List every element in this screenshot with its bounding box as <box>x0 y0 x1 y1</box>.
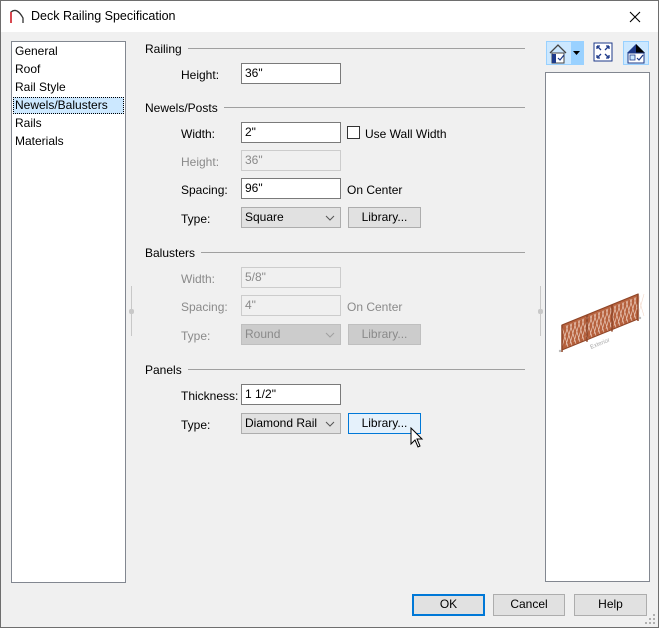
panels-type-select[interactable]: Diamond Rail <box>241 413 341 434</box>
nav-item-rails[interactable]: Rails <box>13 115 124 132</box>
post-marker <box>558 349 562 353</box>
use-wall-width-label[interactable]: Use Wall Width <box>365 127 447 141</box>
newels-library-button[interactable]: Library... <box>348 207 421 228</box>
newels-spacing-suffix: On Center <box>347 183 403 197</box>
preview-caption: Exterior <box>590 338 611 351</box>
newels-height-label: Height: <box>181 155 220 169</box>
railing-preview-image: Exterior <box>558 293 645 353</box>
newels-width-label: Width: <box>181 127 216 141</box>
panels-thickness-label: Thickness: <box>181 389 239 403</box>
resize-grip-icon[interactable] <box>645 614 655 624</box>
render-preview-icon <box>627 44 645 64</box>
balusters-type-select: Round <box>241 324 341 345</box>
panels-type-value: Diamond Rail <box>245 416 318 430</box>
mouse-cursor-icon <box>410 427 424 448</box>
railing-height-input[interactable]: 36" <box>241 63 341 84</box>
fit-to-window-icon <box>593 42 613 62</box>
balusters-library-button: Library... <box>348 324 421 345</box>
help-button[interactable]: Help <box>574 594 647 616</box>
use-wall-width-checkbox[interactable] <box>347 126 360 139</box>
nav-item-materials[interactable]: Materials <box>13 133 124 150</box>
newels-width-input[interactable]: 2" <box>241 122 341 143</box>
newels-group-title: Newels/Posts <box>145 101 224 115</box>
balusters-spacing-input: 4" <box>241 295 341 316</box>
preview-pane[interactable]: Exterior <box>545 72 650 582</box>
newels-spacing-label: Spacing: <box>181 183 228 197</box>
view-mode-icon <box>549 42 583 64</box>
nav-item-rail-style[interactable]: Rail Style <box>13 79 124 96</box>
ok-button[interactable]: OK <box>412 594 485 616</box>
close-button[interactable] <box>612 1 658 32</box>
panels-group-title: Panels <box>145 363 188 377</box>
balusters-group-title: Balusters <box>145 246 202 260</box>
railing-height-label: Height: <box>181 68 220 82</box>
left-splitter-grip[interactable] <box>129 309 134 314</box>
view-mode-button[interactable] <box>546 41 584 65</box>
close-icon <box>629 11 641 22</box>
nav-item-general[interactable]: General <box>13 43 124 60</box>
arch-icon <box>10 9 24 23</box>
cancel-button[interactable]: Cancel <box>493 594 565 616</box>
newels-spacing-input[interactable]: 96" <box>241 178 341 199</box>
chevron-down-icon <box>325 332 335 338</box>
window-title: Deck Railing Specification <box>31 9 176 23</box>
title-bar: Deck Railing Specification <box>1 1 658 32</box>
right-splitter-grip[interactable] <box>538 309 543 314</box>
chevron-down-icon <box>325 421 335 427</box>
post-marker <box>638 316 642 320</box>
newels-height-input: 36" <box>241 150 341 171</box>
railing-divider <box>145 48 525 49</box>
fit-to-window-button[interactable] <box>592 41 614 65</box>
newels-type-select[interactable]: Square <box>241 207 341 228</box>
category-list: General Roof Rail Style Newels/Balusters… <box>11 41 126 583</box>
balusters-spacing-suffix: On Center <box>347 300 403 314</box>
panels-thickness-input[interactable]: 1 1/2" <box>241 384 341 405</box>
balusters-type-label: Type: <box>181 329 211 343</box>
balusters-width-input: 5/8" <box>241 267 341 288</box>
newels-type-label: Type: <box>181 212 211 226</box>
panels-type-label: Type: <box>181 418 211 432</box>
balusters-type-value: Round <box>245 327 281 341</box>
nav-item-roof[interactable]: Roof <box>13 61 124 78</box>
render-preview-button[interactable] <box>623 41 649 65</box>
nav-item-newels-balusters[interactable]: Newels/Balusters <box>13 97 124 114</box>
balusters-spacing-label: Spacing: <box>181 300 228 314</box>
balusters-width-label: Width: <box>181 272 216 286</box>
newels-type-value: Square <box>245 210 284 224</box>
railing-group-title: Railing <box>145 42 188 56</box>
dialog-window: Deck Railing Specification General Roof … <box>0 0 659 628</box>
panels-divider <box>145 369 525 370</box>
chevron-down-icon <box>325 215 335 221</box>
balusters-divider <box>145 252 525 253</box>
